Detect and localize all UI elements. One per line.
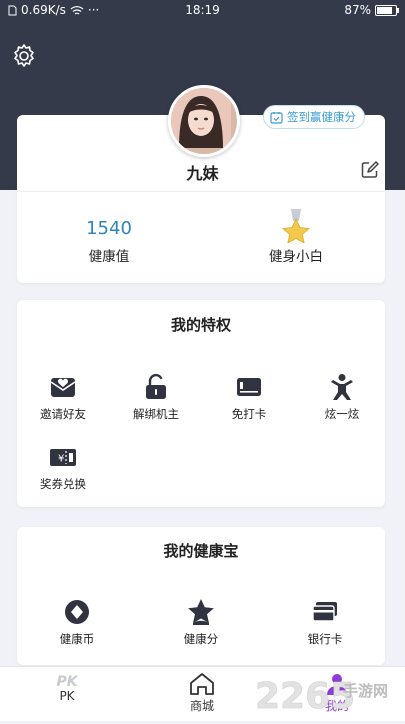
pk-logo-icon: PK [56, 674, 78, 690]
gear-icon[interactable] [10, 42, 38, 70]
invite-friends-label: 邀请好友 [40, 407, 86, 421]
health-points-item[interactable]: 健康分 [161, 597, 241, 647]
svg-text:2265: 2265 [255, 676, 355, 717]
health-value-label: 健康值 [88, 249, 130, 265]
fitness-level-stat[interactable]: 健身小白 [248, 209, 344, 265]
battery-icon [375, 4, 399, 16]
invite-envelope-icon [50, 378, 76, 397]
bank-card-label: 银行卡 [307, 632, 343, 646]
calendar-check-icon [270, 111, 283, 124]
unbind-owner-item[interactable]: 解绑机主 [116, 372, 196, 422]
checkin-button[interactable]: 签到赢健康分 [263, 105, 365, 129]
show-off-label: 炫一炫 [324, 407, 360, 421]
coupon-exchange-label: 奖券兑换 [40, 477, 86, 491]
tab-mall[interactable]: 商城 [172, 667, 232, 721]
tab-pk[interactable]: PK PK [37, 667, 97, 721]
home-icon [190, 673, 214, 695]
show-off-person-icon [331, 374, 353, 400]
skip-checkin-label: 免打卡 [231, 407, 267, 421]
show-off-item[interactable]: 炫一炫 [302, 372, 382, 422]
bank-card-icon [312, 602, 337, 622]
status-bar: 0.69K/s ··· 18:19 87% [0, 0, 405, 22]
card-icon [237, 378, 261, 396]
tab-mall-label: 商城 [189, 699, 214, 713]
privileges-title: 我的特权 [170, 316, 231, 334]
health-coin-label: 健康币 [59, 632, 95, 646]
fitness-level-label: 健身小白 [269, 249, 323, 265]
svg-text:手游网: 手游网 [343, 682, 388, 700]
bank-card-item[interactable]: 银行卡 [285, 597, 365, 647]
health-treasury-card: 我的健康宝 健康币 健康分 银行卡 [17, 527, 385, 665]
coupon-icon: ¥ [50, 449, 76, 466]
health-value: 1540 [86, 218, 132, 239]
divider [17, 191, 385, 192]
svg-text:¥: ¥ [58, 454, 64, 465]
avatar[interactable] [168, 85, 240, 157]
avatar-image [171, 88, 231, 148]
health-points-label: 健康分 [183, 632, 219, 646]
health-coin-item[interactable]: 健康币 [37, 597, 117, 647]
privileges-card: 我的特权 邀请好友 解绑机主 免打卡 炫一炫 ¥ 奖券兑换 [17, 300, 385, 507]
coin-icon [65, 600, 89, 624]
medal-star-icon [282, 209, 310, 243]
star-points-icon [188, 599, 214, 625]
invite-friends-item[interactable]: 邀请好友 [23, 372, 103, 422]
edit-icon[interactable] [360, 160, 380, 180]
checkin-label: 签到赢健康分 [287, 110, 356, 124]
watermark-logo: 2265 手游网 [255, 670, 405, 720]
battery-percent: 87% [344, 3, 371, 17]
health-value-stat[interactable]: 1540 健康值 [64, 215, 154, 265]
health-treasury-title: 我的健康宝 [163, 542, 239, 560]
tab-pk-label: PK [59, 689, 75, 703]
unlock-icon [146, 373, 166, 399]
coupon-exchange-item[interactable]: ¥ 奖券兑换 [23, 442, 103, 492]
username: 九妹 [186, 164, 219, 183]
skip-checkin-item[interactable]: 免打卡 [209, 372, 289, 422]
unbind-owner-label: 解绑机主 [133, 407, 179, 421]
